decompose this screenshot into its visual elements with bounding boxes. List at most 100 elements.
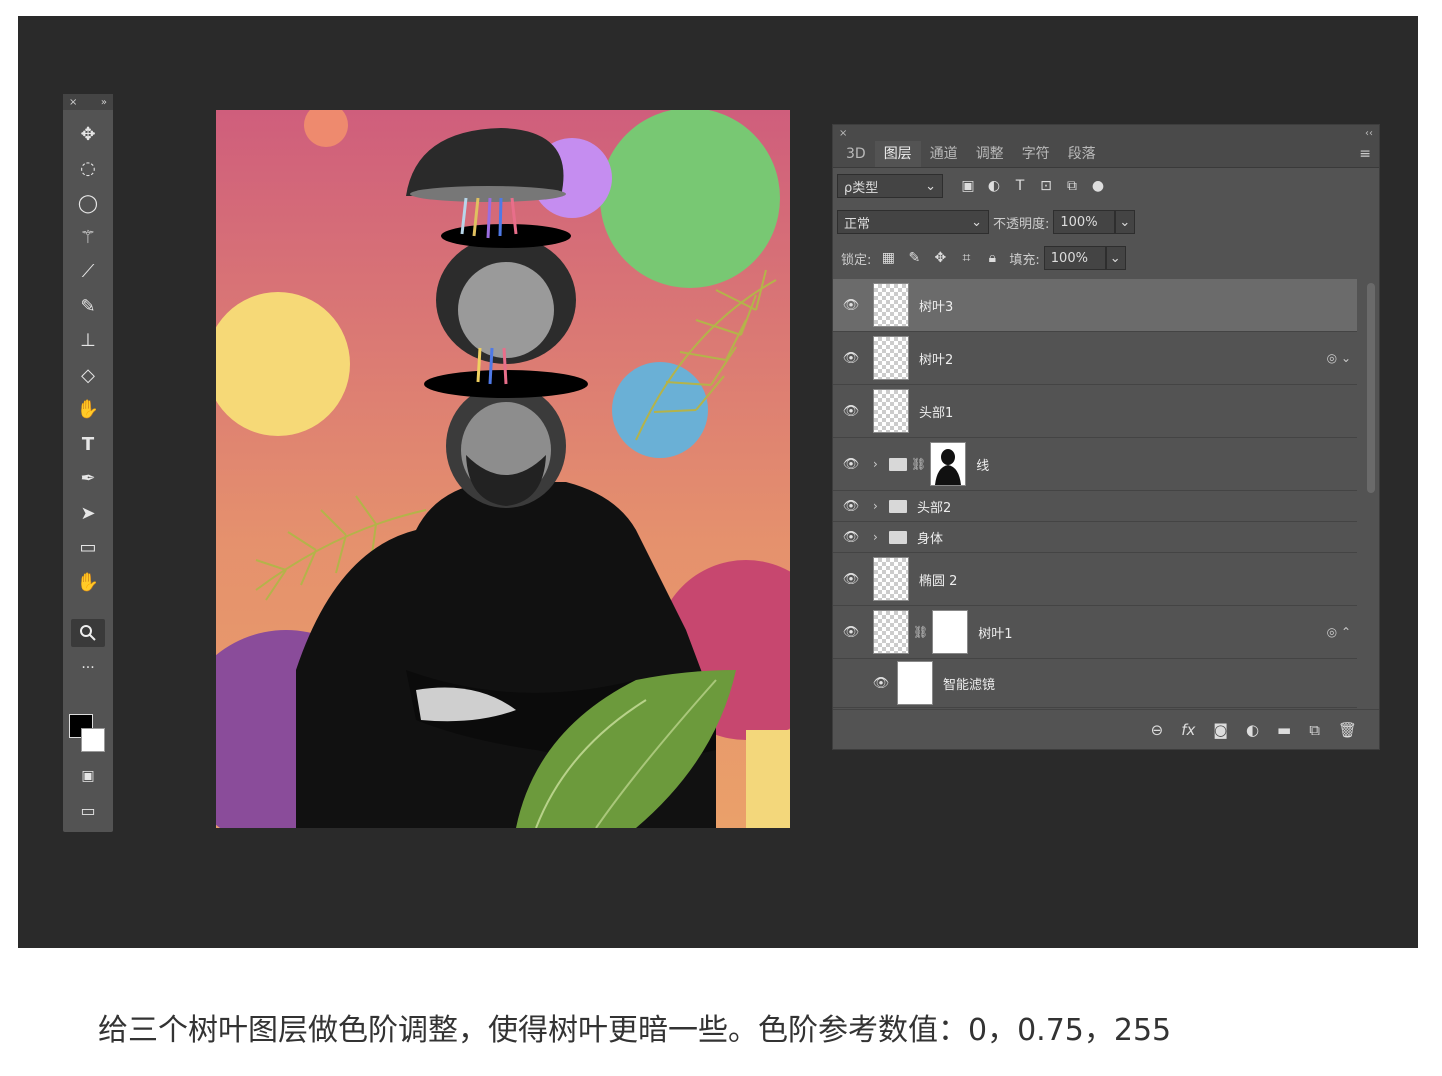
layer-name: 头部1	[919, 405, 954, 421]
panel-header: × ‹‹	[833, 125, 1379, 141]
filter-mask-thumbnail	[897, 661, 933, 705]
zoom-tool-icon[interactable]	[71, 619, 105, 647]
layer-name: 树叶1	[978, 626, 1013, 642]
eye-icon[interactable]: 👁︎	[833, 625, 869, 640]
fx-icon[interactable]: fx	[1181, 721, 1195, 739]
layer-row[interactable]: 👁︎ 头部1	[833, 385, 1357, 438]
layers-panel: × ‹‹ 3D 图层 通道 调整 字符 段落 ≡ ρ类型 ⌄ ▣ ◐ T ⊡ ⧉…	[832, 124, 1380, 750]
adjustment-layer-icon[interactable]: ◐	[1246, 721, 1259, 739]
layer-thumbnail	[873, 389, 909, 433]
path-select-tool-icon[interactable]: ➤	[71, 499, 105, 527]
type-filter-icon[interactable]: T	[1007, 178, 1033, 194]
eye-icon[interactable]: 👁︎	[833, 530, 869, 545]
new-layer-icon[interactable]: ⧉	[1309, 721, 1320, 739]
tab-layers[interactable]: 图层	[874, 141, 921, 167]
layer-group-row[interactable]: 👁︎ › 头部2	[833, 491, 1357, 522]
panel-menu-icon[interactable]: ≡	[1359, 146, 1371, 162]
layer-group-row[interactable]: 👁︎ › 身体	[833, 522, 1357, 553]
smart-object-filter-icon[interactable]: ⧉	[1059, 178, 1085, 194]
quick-mask-icon[interactable]: ▣	[71, 762, 105, 790]
add-mask-icon[interactable]: ◙	[1213, 721, 1228, 739]
layer-name: 智能滤镜	[943, 677, 996, 693]
marquee-tool-icon[interactable]: ◌	[71, 154, 105, 182]
tools-panel-header: × »	[63, 94, 113, 110]
pen-tool-icon[interactable]: ✒	[71, 464, 105, 492]
eye-icon[interactable]: 👁︎	[833, 499, 869, 514]
layer-mask-thumbnail	[930, 442, 967, 486]
opacity-dropdown[interactable]: ⌄	[1115, 210, 1136, 234]
eye-icon[interactable]: 👁︎	[833, 457, 869, 472]
layer-name: 线	[976, 458, 990, 474]
screen-mode-icon[interactable]: ▭	[71, 796, 105, 824]
fill-input[interactable]: 100%	[1043, 246, 1106, 270]
layer-mask-thumbnail	[932, 610, 969, 654]
panel-collapse-icon[interactable]: ‹‹	[1365, 128, 1373, 139]
burn-tool-icon[interactable]: ✋	[71, 395, 105, 423]
smart-filter-row[interactable]: 👁︎ 智能滤镜	[833, 659, 1357, 708]
rotate-view-tool-icon[interactable]: ✋	[71, 568, 105, 596]
eye-icon[interactable]: 👁︎	[833, 351, 869, 366]
eraser-tool-icon[interactable]: ◇	[71, 361, 105, 389]
tab-channels[interactable]: 通道	[921, 141, 967, 167]
move-tool-icon[interactable]: ✥	[71, 120, 105, 148]
trash-icon[interactable]: 🗑︎	[1338, 721, 1357, 739]
layer-thumbnail	[873, 283, 909, 327]
tab-3d[interactable]: 3D	[837, 141, 875, 167]
layer-row[interactable]: 👁︎ 树叶2 ◎ ⌄	[833, 332, 1357, 385]
fill-label: 填充:	[1009, 252, 1040, 268]
tab-adjustments[interactable]: 调整	[967, 141, 1013, 167]
link-layers-icon[interactable]: ⊖	[1151, 721, 1164, 739]
stamp-tool-icon[interactable]: ⊥	[71, 326, 105, 354]
chevron-right-icon[interactable]: ›	[873, 457, 887, 471]
smart-filter-toggle-icon[interactable]: ◎ ⌃	[1327, 625, 1351, 639]
collapse-icon[interactable]: »	[101, 97, 107, 108]
blend-row: 正常 ⌄ 不透明度: 100% ⌄	[833, 204, 1379, 240]
layer-row[interactable]: 👁︎ ⛓ 树叶1 ◎ ⌃	[833, 606, 1357, 659]
layer-row[interactable]: 👁︎ 树叶3	[833, 279, 1357, 332]
lasso-tool-icon[interactable]: ◯	[71, 189, 105, 217]
layer-row[interactable]: 👁︎ 椭圆 2	[833, 553, 1357, 606]
lock-pixels-icon[interactable]: ✎	[901, 250, 927, 266]
lock-artboard-icon[interactable]: ⌗	[953, 250, 979, 266]
layer-group-row[interactable]: 👁︎ › ⛓ 线	[833, 438, 1357, 491]
smart-filter-toggle-icon[interactable]: ◎ ⌄	[1327, 351, 1351, 365]
document-canvas[interactable]	[216, 110, 790, 828]
layer-filter-select[interactable]: ρ类型 ⌄	[837, 174, 943, 198]
type-tool-icon[interactable]: T	[71, 430, 105, 458]
eyedropper-tool-icon[interactable]: ⟋	[71, 257, 105, 285]
lock-transparent-icon[interactable]: ▦	[875, 250, 901, 266]
eye-icon[interactable]: 👁︎	[833, 404, 869, 419]
filter-toggle-icon[interactable]: ●	[1085, 178, 1111, 194]
close-icon[interactable]: ×	[69, 97, 77, 108]
link-icon: ⛓	[911, 457, 927, 471]
eye-icon[interactable]: 👁︎	[869, 676, 893, 691]
lock-all-icon[interactable]: 🔒︎	[979, 250, 1005, 266]
more-tools-icon[interactable]: ···	[71, 654, 105, 682]
fill-dropdown[interactable]: ⌄	[1105, 246, 1126, 270]
layers-scrollbar[interactable]	[1367, 283, 1375, 493]
tab-paragraph[interactable]: 段落	[1059, 141, 1105, 167]
eye-icon[interactable]: 👁︎	[833, 298, 869, 313]
panel-close-icon[interactable]: ×	[839, 128, 847, 139]
tools-panel: × » ✥ ◌ ◯ ⚚ ⟋ ✎ ⊥ ◇ ✋ T ✒ ➤ ▭ ✋ ··· ▣ ▭	[63, 94, 113, 832]
rectangle-tool-icon[interactable]: ▭	[71, 533, 105, 561]
background-color-swatch[interactable]	[81, 728, 105, 752]
opacity-value: 100%	[1060, 214, 1098, 230]
opacity-input[interactable]: 100%	[1053, 210, 1116, 234]
folder-icon	[889, 530, 907, 544]
eye-icon[interactable]: 👁︎	[833, 572, 869, 587]
magic-wand-tool-icon[interactable]: ⚚	[71, 223, 105, 251]
blend-mode-select[interactable]: 正常 ⌄	[837, 210, 989, 234]
layer-name: 树叶2	[919, 352, 954, 368]
chevron-right-icon[interactable]: ›	[873, 499, 887, 513]
color-swatches[interactable]	[69, 714, 109, 756]
tab-character[interactable]: 字符	[1013, 141, 1059, 167]
chevron-down-icon: ⌄	[1109, 250, 1121, 266]
adjustment-filter-icon[interactable]: ◐	[981, 178, 1007, 194]
chevron-right-icon[interactable]: ›	[873, 530, 887, 544]
new-group-icon[interactable]: ▬	[1277, 721, 1291, 739]
lock-position-icon[interactable]: ✥	[927, 250, 953, 266]
image-filter-icon[interactable]: ▣	[955, 178, 981, 194]
brush-tool-icon[interactable]: ✎	[71, 292, 105, 320]
shape-filter-icon[interactable]: ⊡	[1033, 178, 1059, 194]
